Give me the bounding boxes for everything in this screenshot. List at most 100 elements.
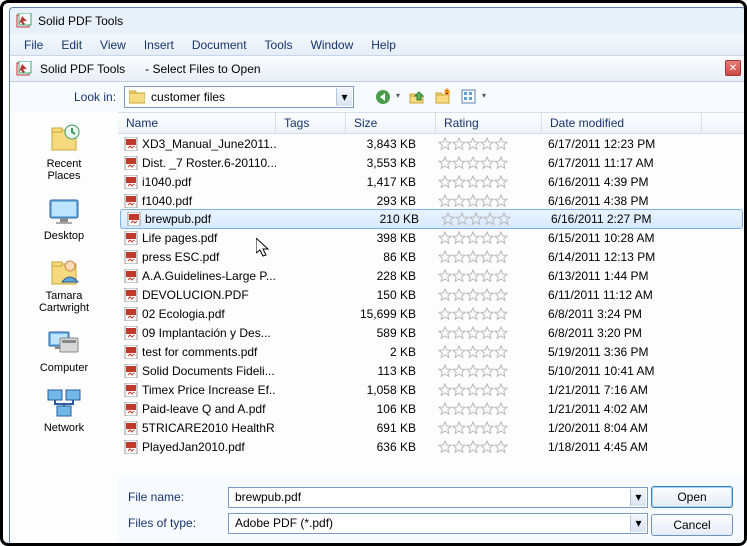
star-outline-icon[interactable]	[466, 364, 480, 378]
chevron-down-icon[interactable]: ▾	[336, 88, 352, 106]
star-outline-icon[interactable]	[452, 440, 466, 454]
file-row[interactable]: 09 Implantación y Des...589 KB6/8/2011 3…	[118, 323, 745, 342]
file-row[interactable]: Dist. _7 Roster.6-20110...3,553 KB6/17/2…	[118, 153, 745, 172]
star-outline-icon[interactable]	[494, 402, 508, 416]
star-outline-icon[interactable]	[480, 383, 494, 397]
star-outline-icon[interactable]	[466, 421, 480, 435]
star-outline-icon[interactable]	[466, 307, 480, 321]
star-outline-icon[interactable]	[480, 402, 494, 416]
menu-insert[interactable]: Insert	[136, 36, 182, 54]
header-name[interactable]: Name	[118, 113, 276, 133]
star-outline-icon[interactable]	[438, 421, 452, 435]
menu-view[interactable]: View	[92, 36, 134, 54]
menu-file[interactable]: File	[16, 36, 51, 54]
header-tags[interactable]: Tags	[276, 113, 346, 133]
star-outline-icon[interactable]	[438, 326, 452, 340]
open-button[interactable]: Open	[651, 486, 733, 508]
star-outline-icon[interactable]	[452, 421, 466, 435]
star-outline-icon[interactable]	[438, 383, 452, 397]
place-computer[interactable]: Computer	[18, 320, 110, 378]
star-outline-icon[interactable]	[438, 364, 452, 378]
menu-help[interactable]: Help	[363, 36, 404, 54]
file-row[interactable]: Life pages.pdf398 KB6/15/2011 10:28 AM	[118, 228, 745, 247]
star-outline-icon[interactable]	[452, 364, 466, 378]
file-row[interactable]: test for comments.pdf2 KB5/19/2011 3:36 …	[118, 342, 745, 361]
star-outline-icon[interactable]	[466, 288, 480, 302]
star-outline-icon[interactable]	[480, 156, 494, 170]
file-row[interactable]: DEVOLUCION.PDF150 KB6/11/2011 11:12 AM	[118, 285, 745, 304]
up-one-level-button[interactable]	[406, 86, 428, 108]
star-outline-icon[interactable]	[466, 137, 480, 151]
menu-window[interactable]: Window	[303, 36, 362, 54]
star-outline-icon[interactable]	[494, 156, 508, 170]
star-outline-icon[interactable]	[452, 137, 466, 151]
star-outline-icon[interactable]	[438, 307, 452, 321]
star-outline-icon[interactable]	[480, 421, 494, 435]
star-outline-icon[interactable]	[469, 212, 483, 226]
file-row[interactable]: 5TRICARE2010 HealthR...691 KB1/20/2011 8…	[118, 418, 745, 437]
star-outline-icon[interactable]	[497, 212, 511, 226]
star-outline-icon[interactable]	[466, 345, 480, 359]
star-outline-icon[interactable]	[438, 137, 452, 151]
place-recent[interactable]: RecentPlaces	[18, 116, 110, 186]
file-row[interactable]: brewpub.pdf210 KB6/16/2011 2:27 PM	[120, 209, 743, 229]
star-outline-icon[interactable]	[438, 231, 452, 245]
star-outline-icon[interactable]	[452, 231, 466, 245]
star-outline-icon[interactable]	[452, 383, 466, 397]
star-outline-icon[interactable]	[480, 364, 494, 378]
star-outline-icon[interactable]	[438, 194, 452, 208]
star-outline-icon[interactable]	[494, 364, 508, 378]
place-user[interactable]: TamaraCartwright	[18, 248, 110, 318]
title-bar[interactable]: Solid PDF Tools	[10, 8, 745, 34]
new-folder-button[interactable]	[432, 86, 454, 108]
menu-edit[interactable]: Edit	[53, 36, 90, 54]
star-outline-icon[interactable]	[452, 326, 466, 340]
star-outline-icon[interactable]	[494, 307, 508, 321]
star-outline-icon[interactable]	[480, 194, 494, 208]
menu-tools[interactable]: Tools	[257, 36, 301, 54]
star-outline-icon[interactable]	[480, 326, 494, 340]
star-outline-icon[interactable]	[480, 307, 494, 321]
star-outline-icon[interactable]	[480, 137, 494, 151]
file-row[interactable]: A.A.Guidelines-Large P...228 KB6/13/2011…	[118, 266, 745, 285]
star-outline-icon[interactable]	[466, 326, 480, 340]
view-menu-button[interactable]	[458, 86, 488, 108]
filetype-combo[interactable]: Adobe PDF (*.pdf) ▾	[228, 513, 648, 534]
star-outline-icon[interactable]	[452, 194, 466, 208]
star-outline-icon[interactable]	[494, 269, 508, 283]
star-outline-icon[interactable]	[438, 345, 452, 359]
star-outline-icon[interactable]	[494, 137, 508, 151]
star-outline-icon[interactable]	[452, 345, 466, 359]
star-outline-icon[interactable]	[494, 231, 508, 245]
star-outline-icon[interactable]	[480, 288, 494, 302]
star-outline-icon[interactable]	[466, 175, 480, 189]
star-outline-icon[interactable]	[480, 345, 494, 359]
menu-document[interactable]: Document	[184, 36, 255, 54]
star-outline-icon[interactable]	[494, 175, 508, 189]
star-outline-icon[interactable]	[438, 440, 452, 454]
file-row[interactable]: Timex Price Increase Ef...1,058 KB1/21/2…	[118, 380, 745, 399]
star-outline-icon[interactable]	[494, 345, 508, 359]
star-outline-icon[interactable]	[466, 402, 480, 416]
star-outline-icon[interactable]	[452, 269, 466, 283]
star-outline-icon[interactable]	[452, 175, 466, 189]
star-outline-icon[interactable]	[452, 288, 466, 302]
filename-combo[interactable]: brewpub.pdf ▾	[228, 487, 648, 508]
star-outline-icon[interactable]	[494, 250, 508, 264]
star-outline-icon[interactable]	[466, 156, 480, 170]
file-row[interactable]: Paid-leave Q and A.pdf106 KB1/21/2011 4:…	[118, 399, 745, 418]
star-outline-icon[interactable]	[494, 194, 508, 208]
star-outline-icon[interactable]	[466, 231, 480, 245]
header-size[interactable]: Size	[346, 113, 436, 133]
star-outline-icon[interactable]	[466, 194, 480, 208]
header-date[interactable]: Date modified	[542, 113, 702, 133]
star-outline-icon[interactable]	[466, 440, 480, 454]
place-network[interactable]: Network	[18, 380, 110, 438]
star-outline-icon[interactable]	[452, 402, 466, 416]
star-outline-icon[interactable]	[452, 156, 466, 170]
file-row[interactable]: press ESC.pdf86 KB6/14/2011 12:13 PM	[118, 247, 745, 266]
star-outline-icon[interactable]	[483, 212, 497, 226]
star-outline-icon[interactable]	[438, 402, 452, 416]
chevron-down-icon[interactable]: ▾	[630, 489, 646, 506]
star-outline-icon[interactable]	[438, 288, 452, 302]
